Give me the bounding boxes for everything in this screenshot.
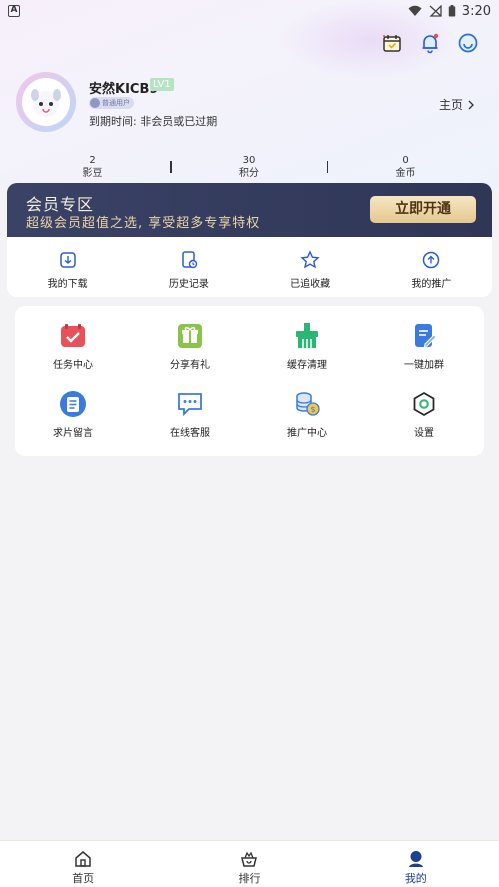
grid-label: 任务中心: [53, 360, 93, 371]
status-time: 3:20: [461, 3, 491, 19]
stat-item[interactable]: 0 金币: [328, 154, 483, 181]
no-signal-icon: [429, 5, 442, 17]
ranking-icon: [241, 851, 258, 867]
stat-item[interactable]: 2 影豆: [15, 154, 170, 181]
grid-item-task-center[interactable]: 任务中心: [33, 322, 113, 371]
nav-label: 排行: [238, 872, 261, 885]
star-icon: [300, 250, 320, 269]
promote-icon: [423, 251, 440, 269]
svg-text:$: $: [310, 405, 315, 414]
nav-label: 我的: [404, 872, 427, 885]
quick-label: 我的下载: [47, 279, 88, 290]
download-icon: [59, 252, 76, 268]
grid-label: 推广中心: [287, 428, 327, 439]
avatar[interactable]: [16, 72, 76, 132]
expire-text: 到期时间: 非会员或已过期: [89, 115, 218, 128]
grid-label: 分享有礼: [170, 360, 210, 371]
grid-label: 在线客服: [170, 428, 210, 439]
quick-label: 我的推广: [411, 279, 452, 290]
nav-item-profile[interactable]: 我的: [333, 841, 499, 887]
stat-value: 2: [89, 154, 96, 166]
cache-clean-icon: [296, 323, 318, 348]
promotion-center-icon: $: [296, 392, 320, 416]
grid-label: 设置: [414, 428, 434, 439]
bottom-nav: 首页 排行 我的: [0, 840, 499, 887]
stat-label: 金币: [395, 167, 416, 179]
level-badge: LV1: [150, 78, 174, 91]
home-link-label: 主页: [438, 98, 463, 112]
username: 安然KICB9: [89, 82, 159, 97]
grid-label: 一键加群: [404, 360, 444, 371]
battery-icon: [448, 5, 456, 17]
settings-icon: [413, 391, 435, 417]
grid-item-customer-service[interactable]: 在线客服: [150, 390, 230, 439]
customer-service-icon: [178, 393, 202, 417]
stats-row: 2 影豆 30 积分 0 金币: [15, 152, 483, 182]
nav-item-ranking[interactable]: 排行: [166, 841, 332, 887]
feature-grid-card: 任务中心 分享有礼 缓存清理 一键加群 求片留言 在线客服 $ 推广中心 设置: [15, 306, 484, 456]
chevron-right-icon: [468, 100, 474, 109]
gift-icon: [178, 324, 202, 348]
stat-item[interactable]: 30 积分: [172, 154, 327, 181]
grid-item-request[interactable]: 求片留言: [33, 390, 113, 439]
history-icon: [182, 251, 198, 269]
grid-label: 缓存清理: [287, 360, 327, 371]
nav-item-home[interactable]: 首页: [0, 841, 166, 887]
vip-banner[interactable]: 会员专区 超级会员超值之选, 享受超多专享特权 立即开通: [7, 183, 492, 237]
user-type-icon: [90, 98, 100, 108]
stat-value: 30: [242, 154, 256, 166]
status-indicator: A: [8, 5, 20, 17]
vip-description: 超级会员超值之选, 享受超多专享特权: [26, 216, 261, 231]
home-icon: [75, 851, 91, 867]
nav-label: 首页: [72, 872, 95, 885]
grid-item-settings[interactable]: 设置: [384, 390, 464, 439]
user-type-label: 普通用户: [102, 99, 130, 107]
stat-label: 影豆: [82, 167, 103, 179]
user-type-badge: 普通用户: [89, 97, 134, 109]
calendar-checkin-icon[interactable]: [381, 32, 403, 54]
grid-label: 求片留言: [53, 428, 93, 439]
customer-smile-icon[interactable]: [457, 32, 479, 54]
request-icon: [60, 391, 86, 417]
grid-item-join-group[interactable]: 一键加群: [384, 322, 464, 371]
quick-label: 历史记录: [168, 279, 209, 290]
avatar-mascot-icon: [31, 89, 61, 117]
profile-icon: [408, 851, 423, 867]
quick-item-history[interactable]: 历史记录: [128, 237, 249, 297]
quick-actions-card: 我的下载 历史记录 已追收藏 我的推广: [7, 237, 492, 297]
wifi-icon: [408, 5, 422, 16]
top-actions: [381, 32, 479, 54]
vip-open-button[interactable]: 立即开通: [370, 196, 476, 223]
status-bar: A 3:20: [0, 0, 499, 22]
quick-item-download[interactable]: 我的下载: [7, 237, 128, 297]
grid-item-promotion-center[interactable]: $ 推广中心: [267, 390, 347, 439]
quick-label: 已追收藏: [290, 279, 331, 290]
grid-item-share-gift[interactable]: 分享有礼: [150, 322, 230, 371]
notification-bell-icon[interactable]: [419, 32, 441, 54]
quick-item-promote[interactable]: 我的推广: [371, 237, 492, 297]
join-group-icon: [415, 324, 437, 348]
grid-item-cache-clean[interactable]: 缓存清理: [267, 322, 347, 371]
home-link[interactable]: 主页: [439, 96, 475, 113]
task-center-icon: [61, 324, 85, 347]
stat-label: 积分: [239, 167, 259, 179]
quick-item-favorites[interactable]: 已追收藏: [250, 237, 371, 297]
stat-value: 0: [402, 154, 409, 166]
